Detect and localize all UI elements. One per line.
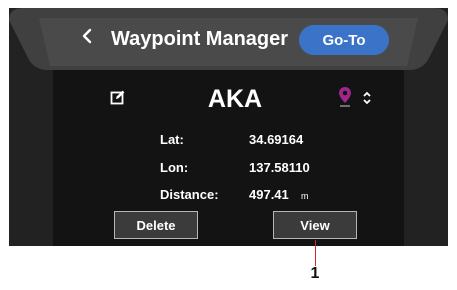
lon-label: Lon: — [160, 160, 189, 175]
lat-value: 34.69164 — [249, 132, 304, 147]
up-down-chevron-icon[interactable] — [362, 91, 372, 105]
waypoint-name: AKA — [207, 85, 263, 113]
callout-leader-line — [315, 240, 316, 266]
map-pin-icon[interactable] — [338, 86, 352, 108]
delete-button[interactable]: Delete — [114, 211, 198, 239]
go-to-button[interactable]: Go-To — [299, 25, 389, 55]
distance-unit: m — [301, 191, 309, 201]
lon-value: 137.58110 — [249, 160, 310, 175]
edit-icon[interactable] — [110, 89, 126, 105]
callout-number: 1 — [310, 265, 320, 282]
distance-label: Distance: — [160, 187, 219, 202]
back-button[interactable] — [73, 18, 101, 54]
lat-label: Lat: — [160, 132, 184, 147]
distance-value: 497.41 — [249, 187, 289, 202]
chevron-left-icon — [82, 28, 92, 44]
page-title: Waypoint Manager — [111, 28, 289, 50]
view-button[interactable]: View — [273, 211, 357, 239]
